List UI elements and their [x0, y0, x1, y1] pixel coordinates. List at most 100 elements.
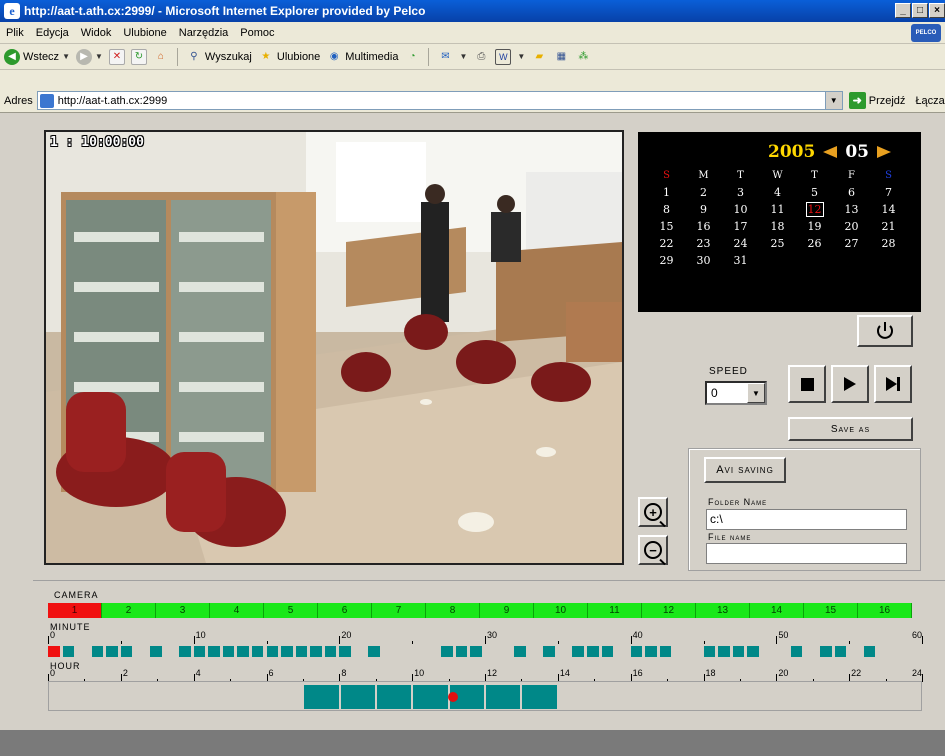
close-button[interactable]: ×	[929, 3, 945, 18]
menu-favorites[interactable]: Ulubione	[123, 27, 166, 39]
mail-dropdown-icon[interactable]: ▼	[459, 52, 467, 61]
edit-dropdown-icon[interactable]: ▼	[517, 52, 525, 61]
minute-segment[interactable]	[732, 646, 745, 657]
calendar-day[interactable]: 3	[722, 185, 759, 200]
menu-file[interactable]: Plik	[6, 27, 24, 39]
minute-segment[interactable]	[295, 646, 308, 657]
minute-segment[interactable]	[747, 646, 759, 657]
minute-segment[interactable]	[208, 646, 220, 657]
hour-segment[interactable]	[413, 685, 449, 709]
calendar-day[interactable]: 9	[685, 202, 722, 217]
maximize-button[interactable]: □	[912, 3, 928, 18]
print-icon[interactable]: ⎙	[473, 49, 489, 65]
minute-segment[interactable]	[543, 646, 555, 657]
calendar-day[interactable]: 30	[685, 253, 722, 268]
minute-segment[interactable]	[62, 646, 75, 657]
minute-segment[interactable]	[630, 646, 643, 657]
messenger-icon[interactable]: ▦	[553, 49, 569, 65]
calendar-day[interactable]: 27	[833, 236, 870, 251]
minute-segment[interactable]	[659, 646, 672, 657]
step-forward-button[interactable]	[874, 365, 912, 403]
hour-segment[interactable]	[486, 685, 522, 709]
camera-button[interactable]: 8	[426, 603, 480, 618]
back-dropdown-icon[interactable]: ▼	[62, 52, 70, 61]
speed-dropdown-icon[interactable]: ▼	[747, 383, 765, 403]
calendar-day[interactable]: 20	[833, 219, 870, 234]
calendar-day[interactable]: 16	[685, 219, 722, 234]
calendar-day[interactable]: 28	[870, 236, 907, 251]
avi-saving-button[interactable]: Avi saving	[704, 457, 786, 483]
menu-view[interactable]: Widok	[81, 27, 112, 39]
minute-segment[interactable]	[572, 646, 584, 657]
minute-segment[interactable]	[703, 646, 716, 657]
minute-segment[interactable]	[310, 646, 322, 657]
minute-segment[interactable]	[91, 646, 104, 657]
minute-segment[interactable]	[251, 646, 264, 657]
camera-button[interactable]: 14	[750, 603, 804, 618]
camera-button[interactable]: 5	[264, 603, 318, 618]
forward-button[interactable]: ▶ ▼	[75, 48, 103, 65]
minimize-button[interactable]: _	[895, 3, 911, 18]
minute-segment[interactable]	[863, 646, 876, 657]
media-button[interactable]: ◉ Multimedia	[326, 49, 399, 65]
calendar-day[interactable]: 29	[648, 253, 685, 268]
hour-segment[interactable]	[377, 685, 413, 709]
mail-icon[interactable]: ✉	[437, 49, 453, 65]
refresh-icon[interactable]: ↻	[130, 48, 147, 65]
calendar-day[interactable]: 2	[685, 185, 722, 200]
zoom-out-button[interactable]: −	[638, 535, 668, 565]
minute-segment[interactable]	[339, 646, 351, 657]
calendar-day[interactable]: 17	[722, 219, 759, 234]
favorites-button[interactable]: ★ Ulubione	[258, 49, 320, 65]
hour-segment[interactable]	[304, 685, 340, 709]
camera-button[interactable]: 6	[318, 603, 372, 618]
minute-segment[interactable]	[222, 646, 235, 657]
menu-tools[interactable]: Narzędzia	[179, 27, 229, 39]
prev-month-icon[interactable]	[823, 146, 838, 158]
minute-segment[interactable]	[324, 646, 337, 657]
camera-button[interactable]: 9	[480, 603, 534, 618]
camera-button[interactable]: 7	[372, 603, 426, 618]
calendar-day[interactable]: 22	[648, 236, 685, 251]
camera-button[interactable]: 16	[858, 603, 912, 618]
camera-button[interactable]: 10	[534, 603, 588, 618]
calendar-day[interactable]: 18	[759, 219, 796, 234]
research-icon[interactable]: ⁂	[575, 49, 591, 65]
calendar-day[interactable]: 1	[648, 185, 685, 200]
folder-name-input[interactable]: c:\	[706, 509, 907, 530]
calendar-day[interactable]: 7	[870, 185, 907, 200]
calendar-day[interactable]: 25	[759, 236, 796, 251]
stop-button[interactable]	[788, 365, 826, 403]
hour-bar-area[interactable]	[48, 681, 922, 711]
calendar-day[interactable]: 6	[833, 185, 870, 200]
minute-segment[interactable]	[281, 646, 293, 657]
play-button[interactable]	[831, 365, 869, 403]
camera-button[interactable]: 13	[696, 603, 750, 618]
calendar-day[interactable]: 12	[805, 202, 824, 217]
calendar-day[interactable]: 5	[796, 185, 833, 200]
minute-segment[interactable]	[193, 646, 206, 657]
history-icon[interactable]: ◔	[404, 49, 420, 65]
minute-segment[interactable]	[266, 646, 279, 657]
minute-segment[interactable]	[820, 646, 832, 657]
minute-segment[interactable]	[106, 646, 118, 657]
video-viewport[interactable]: 1 : 10:00:00	[44, 130, 624, 565]
search-button[interactable]: ⚲ Wyszukaj	[186, 49, 252, 65]
word-icon[interactable]: W	[495, 48, 512, 65]
home-icon[interactable]: ⌂	[153, 49, 169, 65]
calendar-day[interactable]: 24	[722, 236, 759, 251]
minute-segment[interactable]	[48, 646, 60, 657]
minute-segment[interactable]	[441, 646, 453, 657]
save-as-button[interactable]: Save as	[788, 417, 913, 441]
folder-icon[interactable]: ▰	[531, 49, 547, 65]
minute-segment[interactable]	[645, 646, 657, 657]
calendar-day[interactable]: 19	[796, 219, 833, 234]
calendar-day[interactable]: 31	[722, 253, 759, 268]
address-input[interactable]: http://aat-t.ath.cx:2999 ▼	[36, 91, 843, 110]
minute-segment[interactable]	[790, 646, 803, 657]
camera-button[interactable]: 11	[588, 603, 642, 618]
stop-icon[interactable]: ✕	[108, 48, 125, 65]
minute-segment[interactable]	[179, 646, 191, 657]
minute-segment[interactable]	[834, 646, 847, 657]
calendar-day[interactable]: 13	[833, 202, 870, 217]
